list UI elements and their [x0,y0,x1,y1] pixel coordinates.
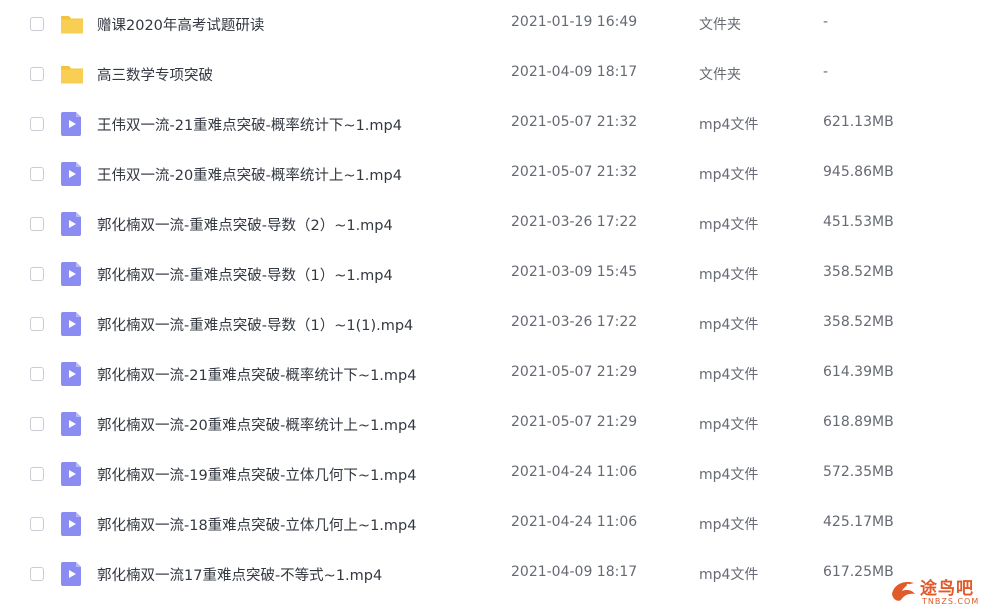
file-name[interactable]: 郭化楠双一流-重难点突破-导数（1）~1.mp4 [97,264,393,285]
row-checkbox[interactable] [30,267,44,281]
row-checkbox[interactable] [30,317,44,331]
modified-date: 2021-03-26 17:22 [511,314,638,330]
file-size: 617.25MB [823,564,894,580]
row-checkbox[interactable] [30,517,44,531]
file-row[interactable]: 郭化楠双一流-18重难点突破-立体几何上~1.mp4 2021-04-24 11… [0,500,992,550]
file-name[interactable]: 王伟双一流-21重难点突破-概率统计下~1.mp4 [97,114,402,135]
modified-date: 2021-04-09 18:17 [511,564,638,580]
file-size: - [823,64,829,80]
modified-date: 2021-04-09 18:17 [511,64,638,80]
file-name[interactable]: 王伟双一流-20重难点突破-概率统计上~1.mp4 [97,164,402,185]
folder-icon [61,16,83,34]
file-name[interactable]: 郭化楠双一流-21重难点突破-概率统计下~1.mp4 [97,364,416,385]
file-size: 358.52MB [823,264,894,280]
file-type: mp4文件 [699,567,759,583]
file-size: 614.39MB [823,364,894,380]
video-file-icon [61,162,81,186]
modified-date: 2021-05-07 21:29 [511,414,638,430]
row-checkbox[interactable] [30,367,44,381]
file-name[interactable]: 郭化楠双一流17重难点突破-不等式~1.mp4 [97,564,382,585]
watermark: 途鸟吧 TNBZS.COM [888,572,992,614]
file-list: 赠课2020年高考试题研读 2021-01-19 16:49 文件夹 - 高三数… [0,0,992,614]
file-type: mp4文件 [699,167,759,183]
file-size: 621.13MB [823,114,894,130]
video-file-icon [61,462,81,486]
file-row[interactable]: 郭化楠双一流-重难点突破-导数（1）~1(1).mp4 2021-03-26 1… [0,300,992,350]
row-checkbox[interactable] [30,167,44,181]
row-checkbox[interactable] [30,417,44,431]
file-size: 618.89MB [823,414,894,430]
file-row[interactable]: 郭化楠双一流-重难点突破-导数（1）~1.mp4 2021-03-09 15:4… [0,250,992,300]
row-checkbox[interactable] [30,67,44,81]
file-type: mp4文件 [699,267,759,283]
video-file-icon [61,212,81,236]
file-size: 358.52MB [823,314,894,330]
video-file-icon [61,412,81,436]
file-type: mp4文件 [699,217,759,233]
file-row[interactable]: 郭化楠双一流17重难点突破-不等式~1.mp4 2021-04-09 18:17… [0,550,992,600]
file-type: mp4文件 [699,467,759,483]
file-size: 425.17MB [823,514,894,530]
file-row[interactable]: 王伟双一流-21重难点突破-概率统计下~1.mp4 2021-05-07 21:… [0,100,992,150]
video-file-icon [61,512,81,536]
watermark-text: 途鸟吧 [920,579,974,599]
file-name[interactable]: 郭化楠双一流-重难点突破-导数（2）~1.mp4 [97,214,393,235]
file-name[interactable]: 赠课2020年高考试题研读 [97,14,264,35]
file-row[interactable]: 郭化楠双一流-重难点突破-导数（2）~1.mp4 2021-03-26 17:2… [0,200,992,250]
file-type: mp4文件 [699,367,759,383]
file-type: 文件夹 [699,67,741,83]
watermark-url: TNBZS.COM [922,597,980,606]
file-row[interactable]: 王伟双一流-20重难点突破-概率统计上~1.mp4 2021-05-07 21:… [0,150,992,200]
video-file-icon [61,112,81,136]
row-checkbox[interactable] [30,467,44,481]
video-file-icon [61,312,81,336]
file-name[interactable]: 郭化楠双一流-20重难点突破-概率统计上~1.mp4 [97,414,416,435]
file-type: 文件夹 [699,17,741,33]
bird-logo-icon [892,582,915,601]
row-checkbox[interactable] [30,567,44,581]
video-file-icon [61,362,81,386]
video-file-icon [61,262,81,286]
file-row[interactable]: 郭化楠双一流-19重难点突破-立体几何下~1.mp4 2021-04-24 11… [0,450,992,500]
file-size: 572.35MB [823,464,894,480]
row-checkbox[interactable] [30,17,44,31]
file-size: - [823,14,829,30]
modified-date: 2021-05-07 21:29 [511,364,638,380]
row-checkbox[interactable] [30,117,44,131]
file-name[interactable]: 郭化楠双一流-19重难点突破-立体几何下~1.mp4 [97,464,416,485]
modified-date: 2021-05-07 21:32 [511,114,638,130]
file-size: 945.86MB [823,164,894,180]
file-name[interactable]: 郭化楠双一流-重难点突破-导数（1）~1(1).mp4 [97,314,413,335]
folder-icon [61,66,83,84]
file-type: mp4文件 [699,417,759,433]
file-row[interactable]: 郭化楠双一流-21重难点突破-概率统计下~1.mp4 2021-05-07 21… [0,350,992,400]
file-row[interactable]: 赠课2020年高考试题研读 2021-01-19 16:49 文件夹 - [0,0,992,50]
modified-date: 2021-03-09 15:45 [511,264,638,280]
modified-date: 2021-04-24 11:06 [511,514,638,530]
file-name[interactable]: 高三数学专项突破 [97,64,213,85]
file-size: 451.53MB [823,214,894,230]
file-type: mp4文件 [699,517,759,533]
file-name[interactable]: 郭化楠双一流-18重难点突破-立体几何上~1.mp4 [97,514,416,535]
file-type: mp4文件 [699,117,759,133]
modified-date: 2021-04-24 11:06 [511,464,638,480]
video-file-icon [61,562,81,586]
file-type: mp4文件 [699,317,759,333]
file-row[interactable]: 高三数学专项突破 2021-04-09 18:17 文件夹 - [0,50,992,100]
row-checkbox[interactable] [30,217,44,231]
modified-date: 2021-01-19 16:49 [511,14,638,30]
modified-date: 2021-03-26 17:22 [511,214,638,230]
file-row[interactable]: 郭化楠双一流-20重难点突破-概率统计上~1.mp4 2021-05-07 21… [0,400,992,450]
modified-date: 2021-05-07 21:32 [511,164,638,180]
